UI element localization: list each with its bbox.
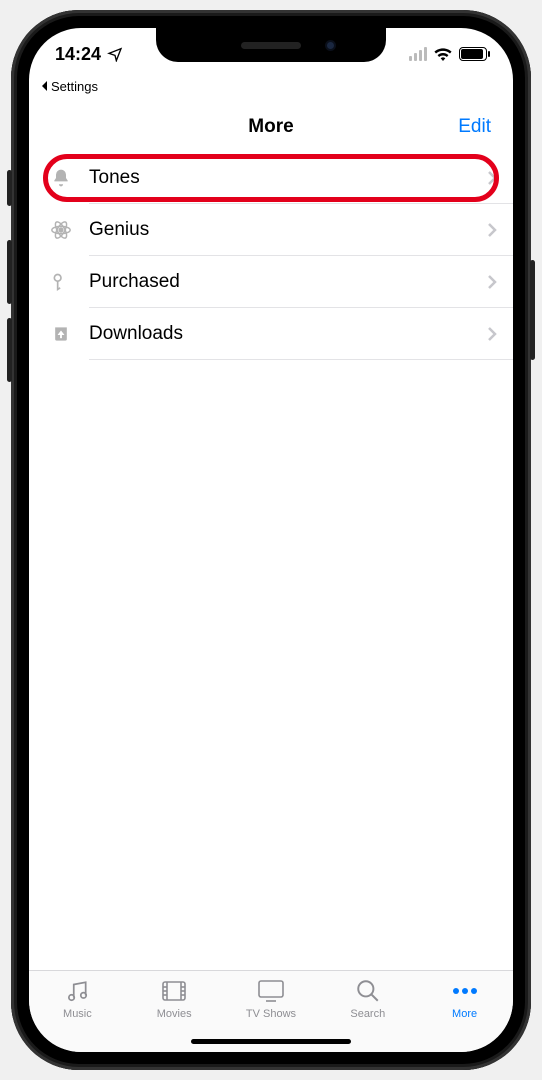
list-row-genius[interactable]: Genius bbox=[29, 204, 513, 256]
chevron-right-icon bbox=[487, 326, 497, 342]
list-row-purchased[interactable]: Purchased bbox=[29, 256, 513, 308]
music-icon bbox=[64, 977, 90, 1005]
atom-icon bbox=[47, 219, 75, 241]
more-list: Tones Genius Purchased bbox=[29, 152, 513, 970]
power-button bbox=[530, 260, 535, 360]
list-row-label: Purchased bbox=[75, 271, 487, 293]
tv-icon bbox=[257, 977, 285, 1005]
screen: 14:24 Settings More Edit bbox=[29, 28, 513, 1052]
volume-down-button bbox=[7, 318, 12, 382]
edit-button[interactable]: Edit bbox=[458, 116, 491, 138]
notch bbox=[156, 28, 386, 62]
chevron-right-icon bbox=[487, 170, 497, 186]
tab-more[interactable]: More bbox=[416, 977, 513, 1052]
back-to-app-label: Settings bbox=[51, 79, 98, 94]
speaker bbox=[241, 42, 301, 49]
list-row-tones[interactable]: Tones bbox=[29, 152, 513, 204]
front-camera bbox=[325, 40, 336, 51]
volume-up-button bbox=[7, 240, 12, 304]
list-row-label: Downloads bbox=[75, 323, 487, 345]
search-icon bbox=[355, 977, 381, 1005]
bell-icon bbox=[47, 168, 75, 188]
tab-label: Music bbox=[63, 1008, 92, 1020]
tab-label: Movies bbox=[157, 1008, 192, 1020]
download-icon bbox=[47, 324, 75, 344]
tab-label: More bbox=[452, 1008, 477, 1020]
chevron-right-icon bbox=[487, 274, 497, 290]
page-title: More bbox=[248, 116, 293, 138]
back-caret-icon bbox=[41, 81, 49, 91]
battery-icon bbox=[459, 47, 487, 61]
list-row-downloads[interactable]: Downloads bbox=[29, 308, 513, 360]
home-indicator[interactable] bbox=[191, 1039, 351, 1044]
tab-label: Search bbox=[350, 1008, 385, 1020]
nav-bar: More Edit bbox=[29, 102, 513, 152]
chevron-right-icon bbox=[487, 222, 497, 238]
back-to-app[interactable]: Settings bbox=[29, 76, 513, 96]
key-icon bbox=[47, 272, 75, 292]
location-icon bbox=[107, 46, 123, 62]
wifi-icon bbox=[433, 47, 453, 61]
phone-frame: 14:24 Settings More Edit bbox=[11, 10, 531, 1070]
tab-music[interactable]: Music bbox=[29, 977, 126, 1052]
more-icon bbox=[451, 977, 479, 1005]
cellular-icon bbox=[409, 47, 427, 61]
mute-switch bbox=[7, 170, 12, 206]
status-time: 14:24 bbox=[55, 44, 101, 65]
list-row-label: Genius bbox=[75, 219, 487, 241]
movie-icon bbox=[161, 977, 187, 1005]
tab-label: TV Shows bbox=[246, 1008, 296, 1020]
list-row-label: Tones bbox=[75, 167, 487, 189]
